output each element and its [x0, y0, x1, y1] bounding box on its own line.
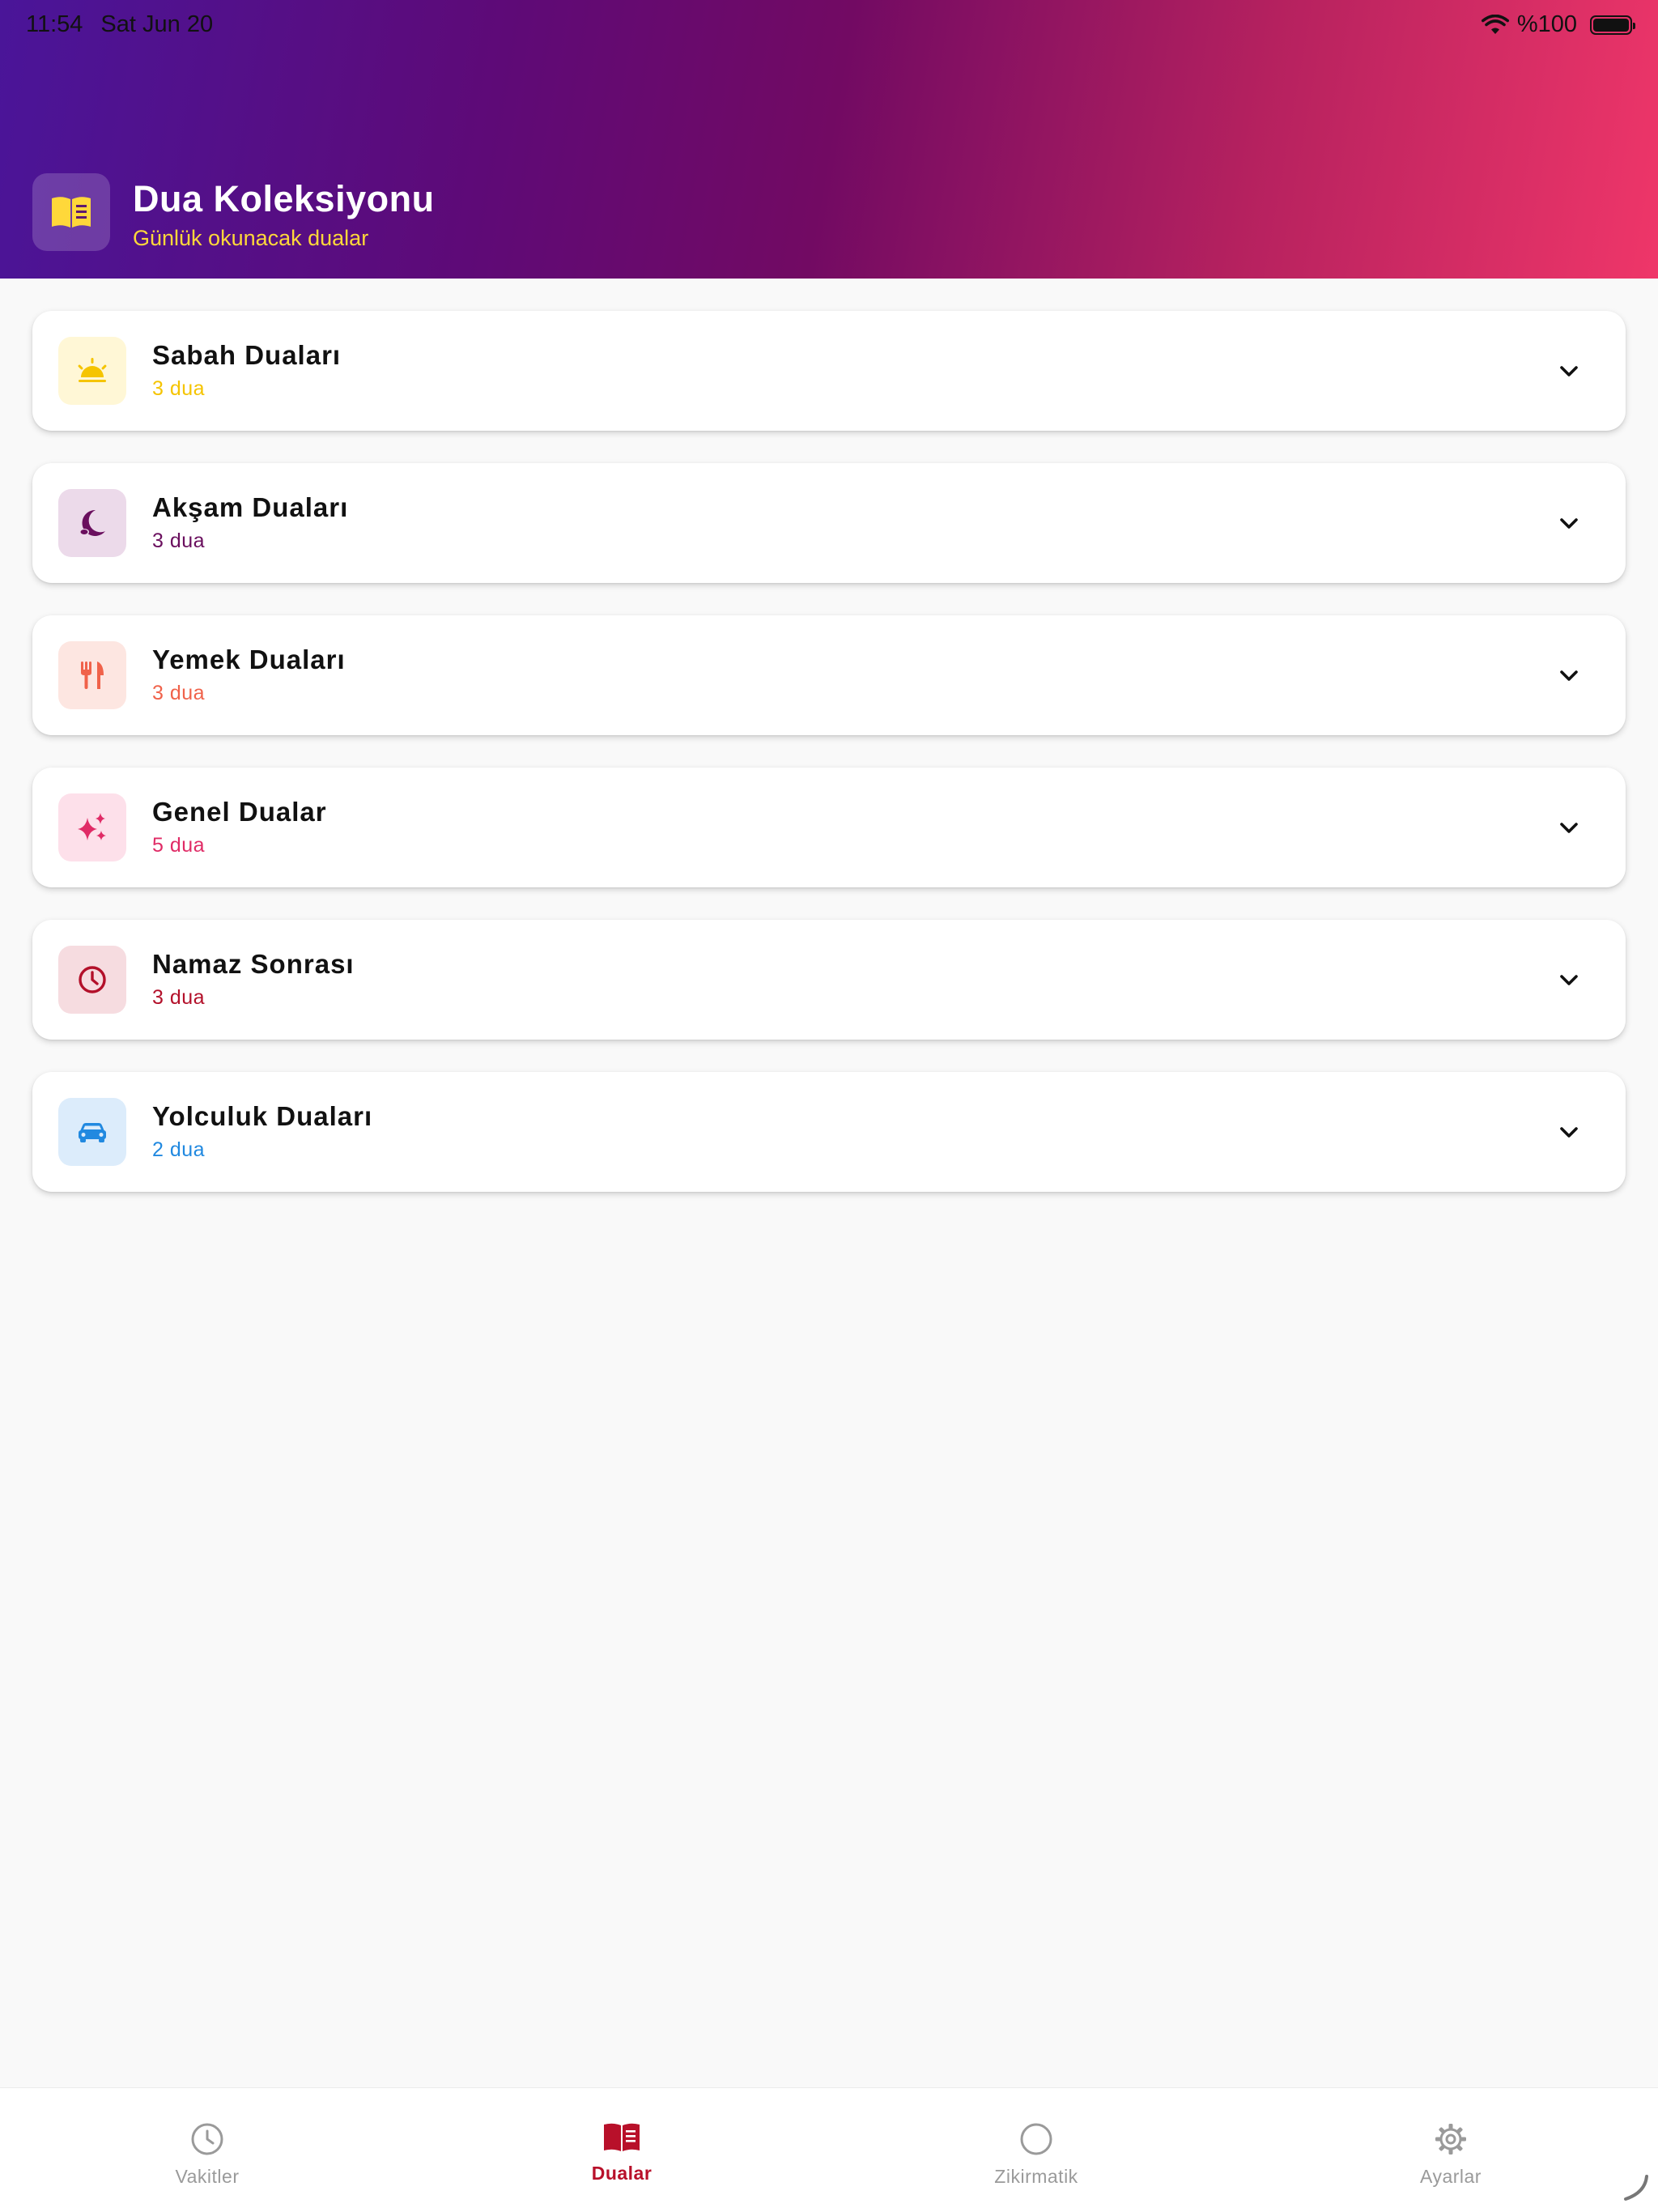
status-time: 11:54 — [26, 11, 83, 37]
book-icon — [52, 197, 91, 228]
clock-icon — [191, 2123, 223, 2155]
chevron-down-icon[interactable] — [1556, 510, 1582, 536]
page-title: Dua Koleksiyonu — [133, 178, 435, 219]
category-count: 2 dua — [152, 1138, 206, 1161]
category-count: 5 dua — [152, 834, 206, 857]
category-icon-box — [58, 1098, 126, 1166]
nav-item-ayarlar[interactable]: Ayarlar — [1244, 2088, 1658, 2212]
nav-label: Zikirmatik — [994, 2166, 1078, 2187]
category-title: Genel Dualar — [152, 797, 327, 827]
chevron-down-icon[interactable] — [1556, 1119, 1582, 1145]
app-screen: 11:54 Sat Jun 20 %100 Dua Koleksiyonu Gü… — [0, 0, 1658, 2212]
category-card-namaz[interactable]: Namaz Sonrası 3 dua — [32, 920, 1626, 1040]
page-subtitle: Günlük okunacak dualar — [133, 226, 369, 250]
nav-item-zikirmatik[interactable]: Zikirmatik — [829, 2088, 1244, 2212]
wifi-icon — [1481, 14, 1509, 34]
sparkles-icon — [78, 813, 106, 840]
category-card-aksam[interactable]: Akşam Duaları 3 dua — [32, 463, 1626, 583]
category-card-yolculuk[interactable]: Yolculuk Duaları 2 dua — [32, 1072, 1626, 1192]
status-bar: 11:54 Sat Jun 20 %100 — [0, 0, 1658, 52]
category-title: Yemek Duaları — [152, 644, 346, 674]
circle-icon — [1020, 2123, 1052, 2155]
category-title: Yolculuk Duaları — [152, 1101, 373, 1131]
category-icon-box — [58, 946, 126, 1014]
chevron-down-icon[interactable] — [1556, 358, 1582, 384]
category-card-genel[interactable]: Genel Dualar 5 dua — [32, 768, 1626, 887]
gear-icon — [1435, 2124, 1466, 2155]
battery-icon — [1590, 15, 1635, 35]
category-list: Sabah Duaları 3 dua Akşam Duaları 3 dua — [32, 311, 1626, 1224]
category-title: Akşam Duaları — [152, 492, 349, 522]
category-title: Namaz Sonrası — [152, 949, 355, 979]
category-icon-box — [58, 641, 126, 709]
nav-label: Ayarlar — [1420, 2166, 1482, 2187]
clock-icon — [79, 966, 106, 993]
category-icon-box — [58, 337, 126, 405]
category-card-sabah[interactable]: Sabah Duaları 3 dua — [32, 311, 1626, 431]
nav-item-vakitler[interactable]: Vakitler — [0, 2088, 414, 2212]
car-icon — [79, 1123, 106, 1142]
nav-item-dualar[interactable]: Dualar — [414, 2088, 829, 2212]
header: 11:54 Sat Jun 20 %100 Dua Koleksiyonu Gü… — [0, 0, 1658, 279]
battery-percent: %100 — [1516, 11, 1577, 37]
category-count: 3 dua — [152, 530, 206, 552]
category-count: 3 dua — [152, 986, 206, 1009]
category-count: 3 dua — [152, 682, 206, 704]
category-icon-box — [58, 489, 126, 557]
nav-label: Dualar — [591, 2163, 653, 2184]
bottom-nav: Vakitler Dualar Zikirmatik Ayarlar — [0, 2087, 1658, 2212]
app-logo — [32, 173, 110, 251]
status-date: Sat Jun 20 — [100, 11, 214, 37]
sunrise-icon — [78, 358, 107, 382]
category-title: Sabah Duaları — [152, 340, 342, 370]
category-count: 3 dua — [152, 377, 206, 400]
book-icon — [604, 2123, 640, 2151]
chevron-down-icon[interactable] — [1556, 815, 1582, 840]
category-card-yemek[interactable]: Yemek Duaları 3 dua — [32, 615, 1626, 735]
chevron-down-icon[interactable] — [1556, 662, 1582, 688]
nav-label: Vakitler — [175, 2166, 240, 2187]
chevron-down-icon[interactable] — [1556, 967, 1582, 993]
utensils-icon — [81, 661, 104, 689]
resize-handle-icon — [1624, 2175, 1648, 2201]
category-icon-box — [58, 793, 126, 861]
moon-icon — [79, 509, 105, 536]
